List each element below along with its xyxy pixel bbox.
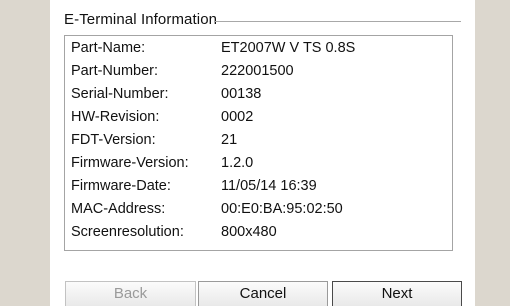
info-label: Part-Name: <box>71 40 146 56</box>
info-value: 21 <box>221 132 238 148</box>
info-label: MAC-Address: <box>71 201 166 217</box>
info-value: ET2007W V TS 0.8S <box>221 40 356 56</box>
info-label: Screenresolution: <box>71 224 184 240</box>
wizard-panel: E-Terminal Information Part-Name: ET2007… <box>50 0 475 306</box>
next-button[interactable]: Next <box>332 281 462 306</box>
info-box: Part-Name: ET2007W V TS 0.8S Part-Number… <box>64 35 453 251</box>
back-button[interactable]: Back <box>65 281 196 306</box>
info-label: Firmware-Date: <box>71 178 171 194</box>
info-value: 222001500 <box>221 63 294 79</box>
info-value: 11/05/14 16:39 <box>221 178 317 194</box>
cancel-button[interactable]: Cancel <box>198 281 328 306</box>
info-label: FDT-Version: <box>71 132 156 148</box>
info-label: HW-Revision: <box>71 109 160 125</box>
button-bar: Back Cancel Next <box>0 281 510 306</box>
info-value: 00:E0:BA:95:02:50 <box>221 201 343 217</box>
info-value: 00138 <box>221 86 262 102</box>
info-label: Firmware-Version: <box>71 155 189 171</box>
group-divider <box>214 21 461 22</box>
group-title: E-Terminal Information <box>64 11 222 28</box>
info-value: 0002 <box>221 109 254 125</box>
info-value: 1.2.0 <box>221 155 254 171</box>
info-value: 800x480 <box>221 224 277 240</box>
info-label: Part-Number: <box>71 63 159 79</box>
info-label: Serial-Number: <box>71 86 169 102</box>
